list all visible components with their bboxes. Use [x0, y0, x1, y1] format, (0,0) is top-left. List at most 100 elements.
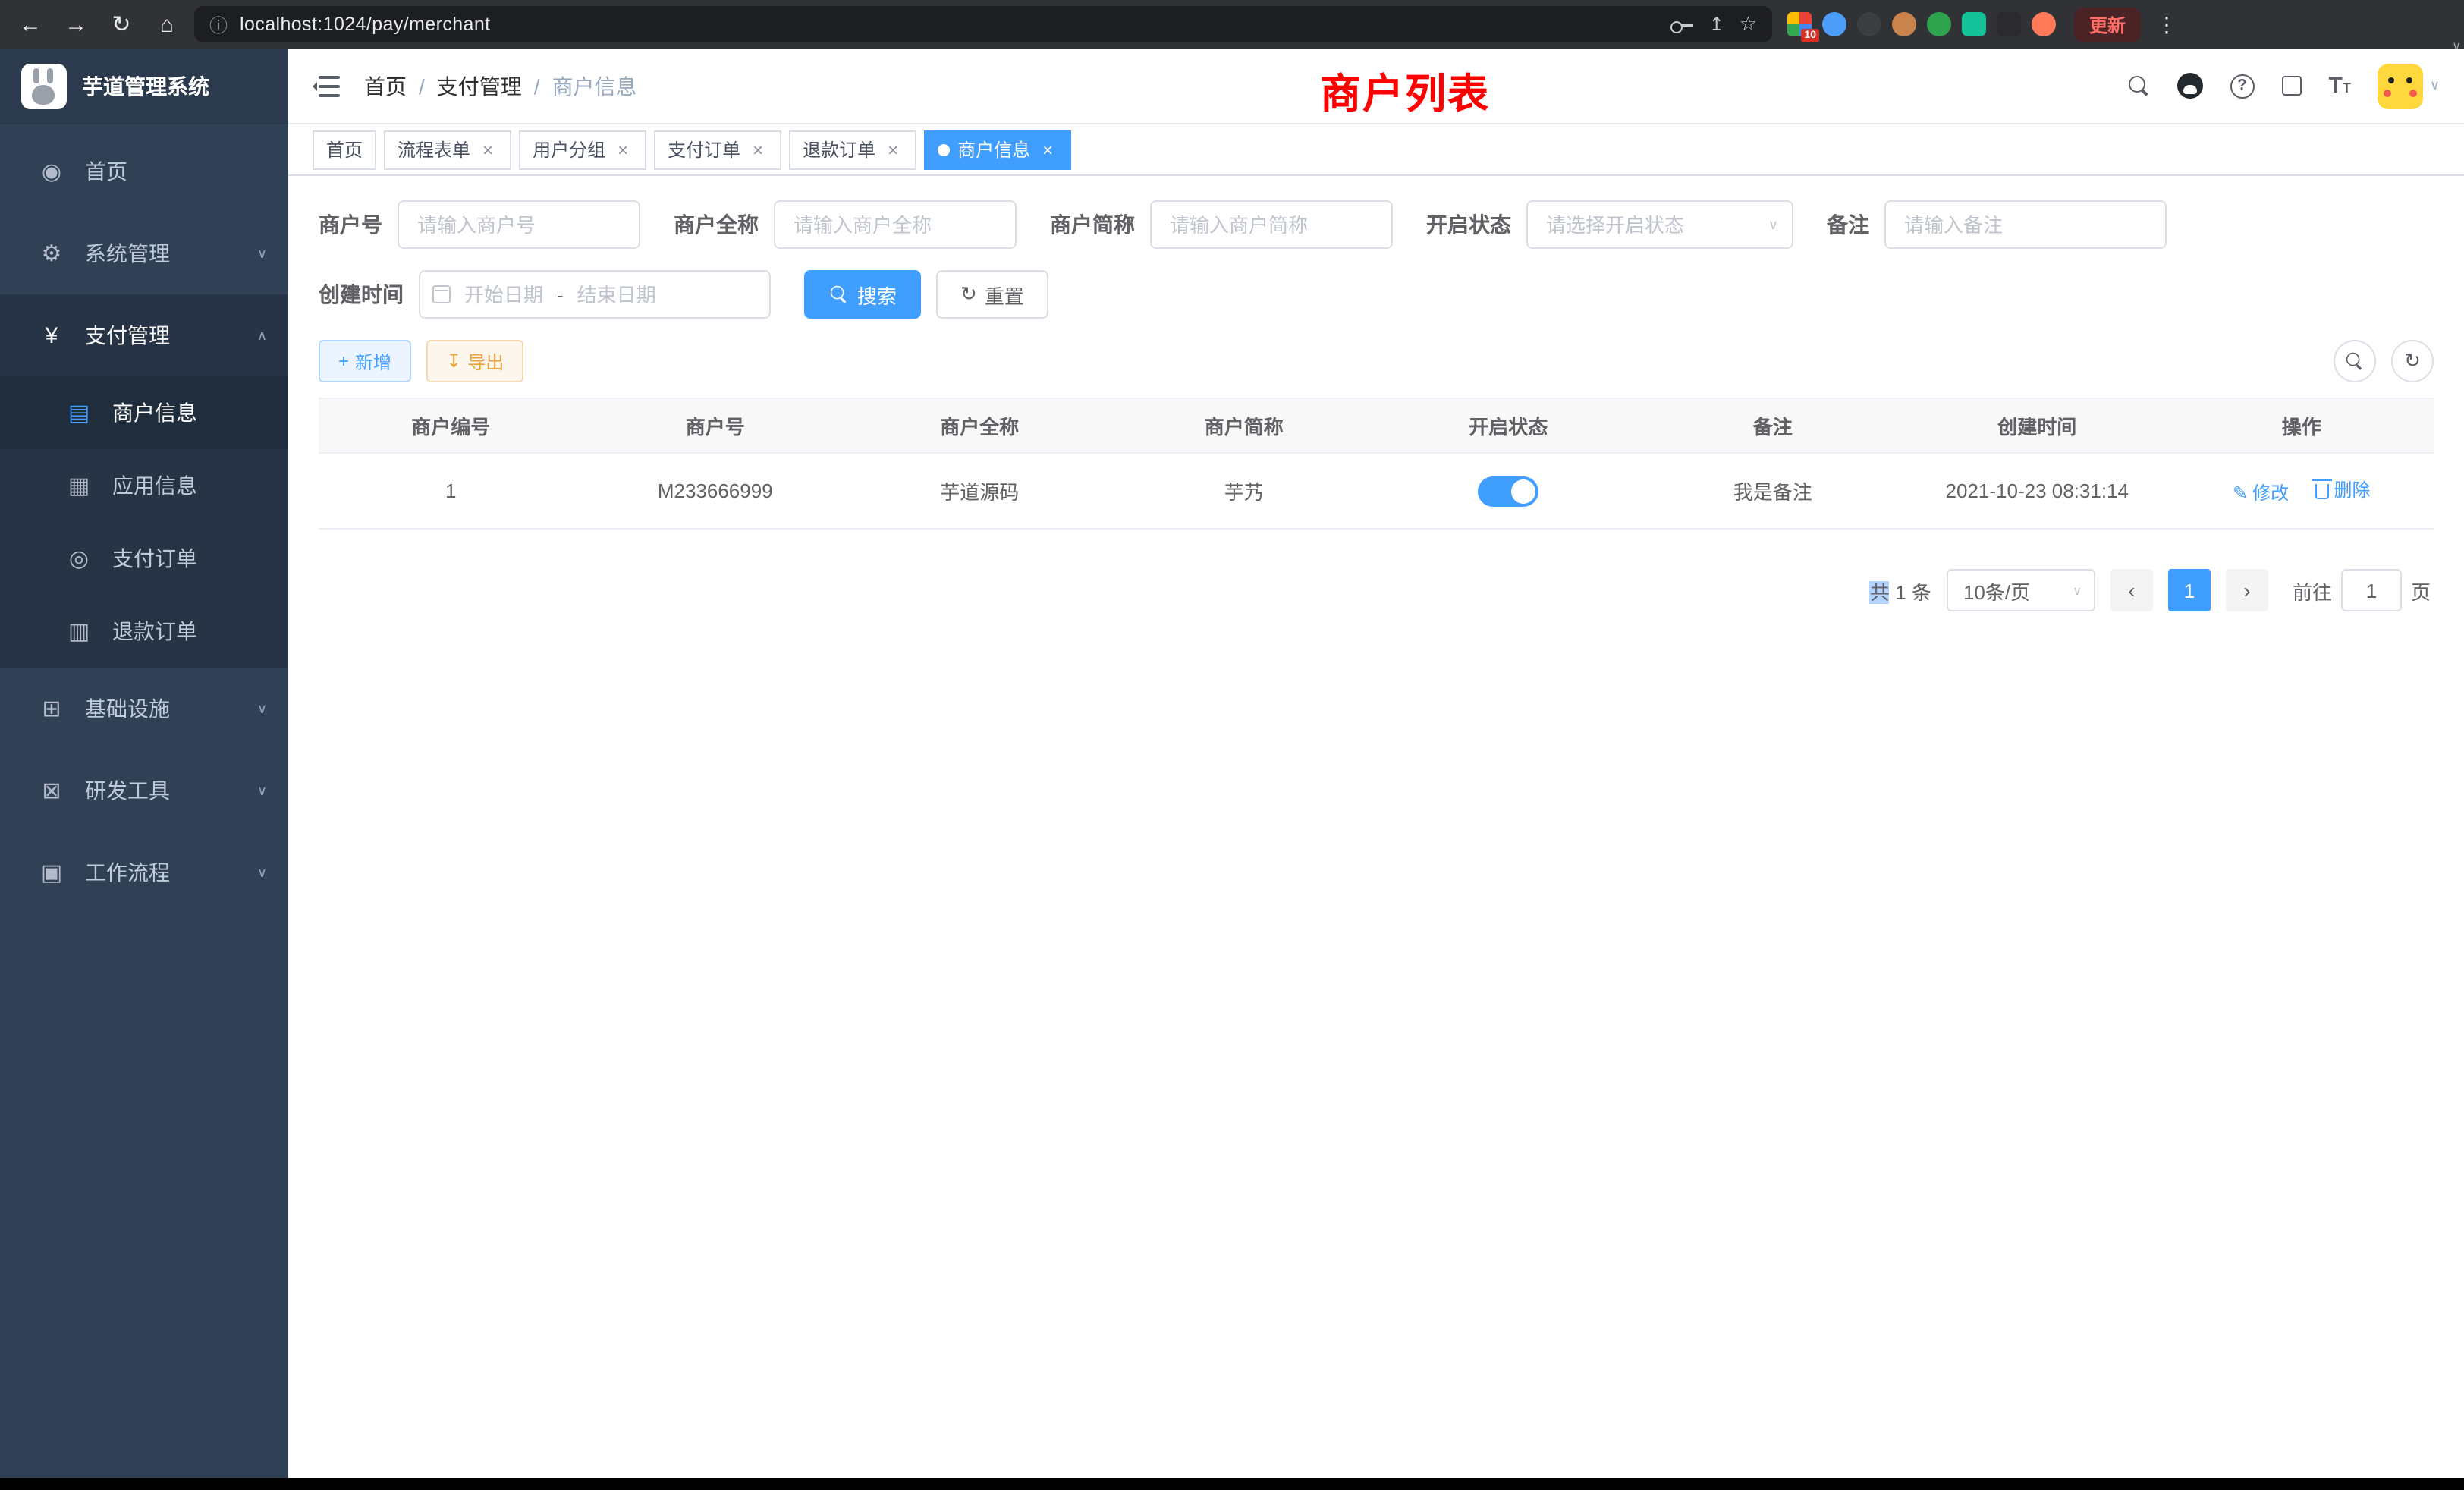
- extension-pin-icon[interactable]: [1997, 12, 2021, 36]
- sidebar-item-payment[interactable]: ¥ 支付管理 ∧: [0, 294, 288, 376]
- next-page-button[interactable]: ›: [2226, 569, 2268, 611]
- avatar[interactable]: [2378, 63, 2424, 108]
- remark-input[interactable]: [1884, 200, 2167, 249]
- table-header-row: 商户编号 商户号 商户全称 商户简称 开启状态 备注 创建时间 操作: [319, 398, 2434, 453]
- share-icon[interactable]: ↥: [1709, 14, 1724, 35]
- page-size-select[interactable]: 10条/页 ∨: [1947, 569, 2095, 611]
- sidebar-item-workflow[interactable]: ▣ 工作流程 ∨: [0, 831, 288, 913]
- hamburger-icon[interactable]: [313, 75, 340, 96]
- export-button[interactable]: ↧ 导出: [426, 340, 523, 382]
- chevron-down-icon: ∨: [257, 245, 267, 262]
- extensions-grid-icon[interactable]: 10: [1787, 12, 1812, 36]
- date-end-input[interactable]: [570, 283, 664, 306]
- address-bar[interactable]: ⓘ localhost:1024/pay/merchant ↥ ☆: [194, 6, 1772, 42]
- cell-short-name: 芋艿: [1112, 453, 1377, 529]
- sidebar-item-label: 首页: [85, 156, 127, 187]
- chevron-up-icon: ∧: [257, 327, 267, 344]
- trash-icon: [2315, 484, 2329, 499]
- full-name-input[interactable]: [774, 200, 1017, 249]
- font-size-icon[interactable]: TT: [2328, 73, 2350, 99]
- extension-blue-icon[interactable]: [1822, 12, 1846, 36]
- browser-back-icon[interactable]: ←: [12, 6, 49, 42]
- col-merchant-id: 商户编号: [319, 398, 583, 453]
- chevron-down-icon: ∨: [257, 700, 267, 717]
- refresh-icon: ↻: [2404, 349, 2421, 373]
- browser-forward-icon[interactable]: →: [58, 6, 94, 42]
- extension-dark-icon[interactable]: [1857, 12, 1881, 36]
- sidebar: 芋道管理系统 ◉ 首页 ⚙ 系统管理 ∨ ¥ 支付管理 ∧: [0, 49, 288, 1478]
- tab-close-icon[interactable]: ×: [478, 140, 498, 159]
- extension-orange-icon[interactable]: [2032, 12, 2056, 36]
- extension-green-square-icon[interactable]: [1962, 12, 1986, 36]
- tab-close-icon[interactable]: ×: [748, 140, 768, 159]
- app-logo: [21, 64, 67, 109]
- browser-toolbar: ← → ↻ ⌂ ⓘ localhost:1024/pay/merchant ↥ …: [0, 0, 2464, 49]
- chevron-down-icon: ∨: [2073, 583, 2082, 597]
- password-key-icon[interactable]: [1671, 19, 1694, 30]
- bookmark-star-icon[interactable]: ☆: [1740, 12, 1757, 36]
- col-actions: 操作: [2170, 398, 2434, 453]
- short-name-input[interactable]: [1150, 200, 1393, 249]
- merchant-no-input[interactable]: [398, 200, 640, 249]
- sidebar-menu: ◉ 首页 ⚙ 系统管理 ∨ ¥ 支付管理 ∧ ▤ 商户信息: [0, 124, 288, 1478]
- sidebar-item-label: 商户信息: [112, 398, 197, 428]
- sidebar-item-home[interactable]: ◉ 首页: [0, 130, 288, 212]
- browser-reload-icon[interactable]: ↻: [103, 6, 140, 42]
- delete-link[interactable]: 删除: [2315, 476, 2370, 502]
- sidebar-item-merchant-info[interactable]: ▤ 商户信息: [0, 376, 288, 449]
- status-toggle[interactable]: [1478, 476, 1538, 506]
- tab-merchant-info[interactable]: 商户信息 ×: [924, 130, 1071, 169]
- col-remark: 备注: [1641, 398, 1906, 453]
- sidebar-item-system[interactable]: ⚙ 系统管理 ∨: [0, 212, 288, 294]
- tab-home[interactable]: 首页: [313, 130, 376, 169]
- breadcrumb-home[interactable]: 首页: [364, 71, 407, 101]
- search-icon[interactable]: [2128, 75, 2149, 96]
- table-row: 1 M233666999 芋道源码 芋艿 我是备注 2021-10-23 08:…: [319, 453, 2434, 529]
- active-tab-dot: [938, 143, 950, 156]
- tab-process-form[interactable]: 流程表单 ×: [384, 130, 511, 169]
- tab-close-icon[interactable]: ×: [613, 140, 633, 159]
- goto-page-input[interactable]: [2341, 569, 2402, 611]
- pagination: 共 1 条 10条/页 ∨ ‹ 1 › 前往 页: [319, 569, 2434, 611]
- search-button[interactable]: 搜索: [804, 270, 921, 319]
- extension-avatar-icon[interactable]: [1892, 12, 1916, 36]
- sidebar-item-infrastructure[interactable]: ⊞ 基础设施 ∨: [0, 668, 288, 750]
- chevron-down-icon: ∨: [257, 864, 267, 881]
- sidebar-item-label: 系统管理: [85, 238, 170, 269]
- status-select[interactable]: [1526, 200, 1793, 249]
- page-annotation: 商户列表: [1320, 61, 1490, 120]
- table-toolbar: + 新增 ↧ 导出 ↻: [319, 340, 2434, 382]
- tab-refund-order[interactable]: 退款订单 ×: [789, 130, 916, 169]
- tab-pay-order[interactable]: 支付订单 ×: [654, 130, 781, 169]
- add-button[interactable]: + 新增: [319, 340, 411, 382]
- sidebar-item-app-info[interactable]: ▦ 应用信息: [0, 449, 288, 522]
- reset-button[interactable]: ↻ 重置: [936, 270, 1048, 319]
- sidebar-item-refund-order[interactable]: ▥ 退款订单: [0, 595, 288, 668]
- browser-update-button[interactable]: 更新: [2074, 7, 2141, 42]
- logo-row: 芋道管理系统: [0, 49, 288, 124]
- browser-menu-icon[interactable]: ⋮: [2150, 11, 2183, 37]
- tab-close-icon[interactable]: ×: [1038, 140, 1058, 159]
- extension-green-circle-icon[interactable]: [1927, 12, 1951, 36]
- tab-close-icon[interactable]: ×: [883, 140, 903, 159]
- user-menu[interactable]: ∨: [2378, 63, 2440, 108]
- toggle-search-button[interactable]: [2334, 340, 2376, 382]
- edit-link[interactable]: ✎ 修改: [2233, 480, 2289, 506]
- extension-badge: 10: [1801, 29, 1819, 42]
- merchant-table: 商户编号 商户号 商户全称 商户简称 开启状态 备注 创建时间 操作 1: [319, 398, 2434, 530]
- github-icon[interactable]: [2176, 73, 2202, 99]
- site-info-icon[interactable]: ⓘ: [209, 11, 228, 37]
- fullscreen-icon[interactable]: [2281, 76, 2301, 96]
- help-icon[interactable]: ?: [2230, 74, 2254, 98]
- date-range-picker[interactable]: -: [419, 270, 771, 319]
- tab-user-group[interactable]: 用户分组 ×: [519, 130, 646, 169]
- browser-home-icon[interactable]: ⌂: [149, 6, 185, 42]
- sidebar-item-dev-tools[interactable]: ⊠ 研发工具 ∨: [0, 750, 288, 831]
- app-title: 芋道管理系统: [82, 71, 209, 102]
- breadcrumb-payment[interactable]: 支付管理: [437, 71, 522, 101]
- page-number-button[interactable]: 1: [2168, 569, 2211, 611]
- prev-page-button[interactable]: ‹: [2110, 569, 2153, 611]
- refresh-table-button[interactable]: ↻: [2391, 340, 2434, 382]
- sidebar-item-pay-order[interactable]: ◎ 支付订单: [0, 522, 288, 595]
- date-start-input[interactable]: [457, 283, 551, 306]
